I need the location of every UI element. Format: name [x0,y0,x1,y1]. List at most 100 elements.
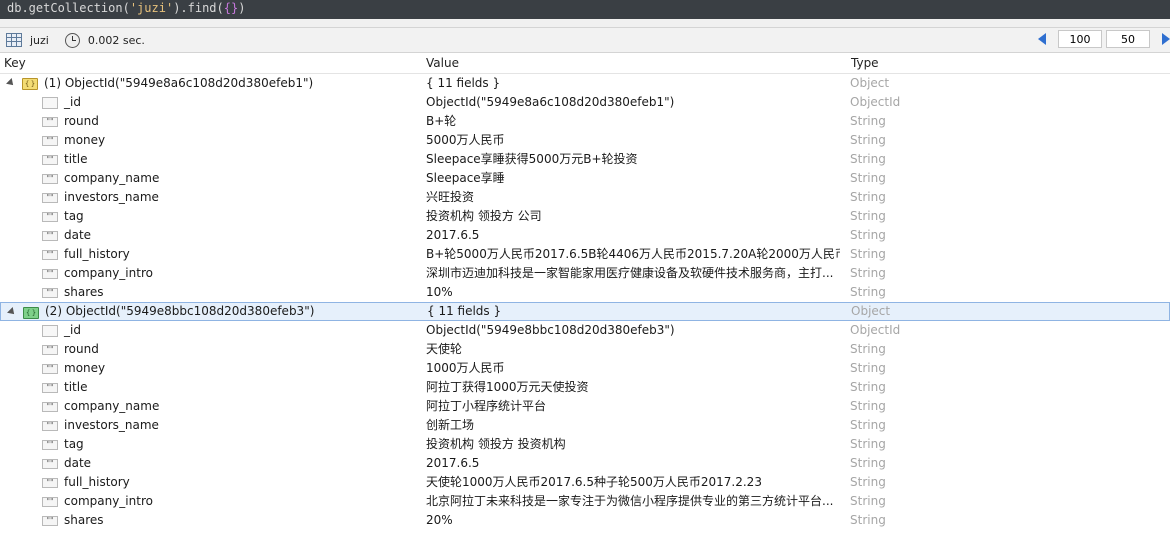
prev-page-arrow-icon[interactable] [1038,33,1046,45]
string-icon: "" [42,478,58,488]
string-icon: "" [42,250,58,260]
field-type: String [850,190,886,204]
document-row-selected[interactable]: { } (2) ObjectId("5949e8bbc108d20d380efe… [0,302,1170,321]
objectid-icon [42,97,58,109]
elapsed-time: 0.002 sec. [87,33,145,47]
objectid-icon [42,325,58,337]
string-icon: "" [42,155,58,165]
field-key: full_history [64,475,130,489]
document-type: Object [850,76,890,90]
field-value: 2017.6.5 [426,228,480,242]
string-icon: "" [42,402,58,412]
field-key: round [64,114,99,128]
field-row[interactable]: "" company_name Sleepace享睡 String [0,169,1170,188]
field-type: String [850,209,886,223]
field-key: money [64,361,106,375]
field-row[interactable]: "" shares 20% String [0,511,1170,530]
field-value: B+轮5000万人民币2017.6.5B轮4406万人民币2015.7.20A轮… [426,247,840,261]
field-row[interactable]: "" company_intro 深圳市迈迪加科技是一家智能家用医疗健康设备及软硬件… [0,264,1170,283]
query-filter-braces: {} [223,1,239,15]
document-value: { 11 fields } [426,76,501,90]
field-row[interactable]: "" company_intro 北京阿拉丁未来科技是一家专注于为微信小程序提供专业… [0,492,1170,511]
field-row[interactable]: "" date 2017.6.5 String [0,454,1170,473]
field-key: money [64,133,106,147]
field-key: title [64,380,88,394]
document-value: { 11 fields } [427,304,502,318]
field-key: shares [64,285,104,299]
document-key: (1) ObjectId("5949e8a6c108d20d380efeb1") [44,76,314,90]
field-type: String [850,399,886,413]
page-size-input[interactable] [1106,30,1150,48]
field-row[interactable]: "" company_name 阿拉丁小程序统计平台 String [0,397,1170,416]
field-row[interactable]: "" shares 10% String [0,283,1170,302]
field-key: date [64,456,92,470]
field-value: 创新工场 [426,418,475,432]
string-icon: "" [42,136,58,146]
field-type: String [850,266,886,280]
collection-name: juzi [30,33,49,47]
field-value: ObjectId("5949e8a6c108d20d380efeb1") [426,95,675,109]
field-value: 2017.6.5 [426,456,480,470]
field-value: 投资机构 领投方 投资机构 [426,437,566,451]
string-icon: "" [42,383,58,393]
string-icon: "" [42,269,58,279]
field-key: title [64,152,88,166]
expand-toggle-icon[interactable] [7,307,17,317]
field-row[interactable]: "" round 天使轮 String [0,340,1170,359]
document-key: (2) ObjectId("5949e8bbc108d20d380efeb3") [45,304,315,318]
field-type: String [850,456,886,470]
query-collection-string: 'juzi' [129,1,174,15]
field-row[interactable]: "" date 2017.6.5 String [0,226,1170,245]
field-value: 10% [426,285,453,299]
field-value: Sleepace享睡 [426,171,505,185]
string-icon: "" [42,421,58,431]
column-header-type[interactable]: Type [851,56,879,70]
field-row[interactable]: "" money 1000万人民币 String [0,359,1170,378]
field-key: company_name [64,171,160,185]
field-row[interactable]: "" tag 投资机构 领投方 投资机构 String [0,435,1170,454]
field-key: investors_name [64,190,159,204]
field-row[interactable]: "" investors_name 兴旺投资 String [0,188,1170,207]
column-header-value[interactable]: Value [426,56,459,70]
query-mid: ).find( [173,1,224,15]
field-row[interactable]: "" money 5000万人民币 String [0,131,1170,150]
limit-input[interactable] [1058,30,1102,48]
expand-toggle-icon[interactable] [6,78,16,88]
field-value: 阿拉丁小程序统计平台 [426,399,547,413]
field-key: _id [64,95,81,109]
field-row[interactable]: _id ObjectId("5949e8bbc108d20d380efeb3") O… [0,321,1170,340]
field-type: String [850,361,886,375]
field-type: String [850,475,886,489]
field-key: shares [64,513,104,527]
field-type: String [850,380,886,394]
next-page-arrow-icon[interactable] [1162,33,1170,45]
field-key: investors_name [64,418,159,432]
document-row[interactable]: { } (1) ObjectId("5949e8a6c108d20d380efe… [0,74,1170,93]
field-type: String [850,513,886,527]
field-row[interactable]: "" title 阿拉丁获得1000万元天使投资 String [0,378,1170,397]
field-row[interactable]: "" tag 投资机构 领投方 公司 String [0,207,1170,226]
field-key: company_intro [64,494,153,508]
field-row[interactable]: "" round B+轮 String [0,112,1170,131]
field-value: 阿拉丁获得1000万元天使投资 [426,380,589,394]
field-key: _id [64,323,81,337]
field-row[interactable]: _id ObjectId("5949e8a6c108d20d380efeb1") O… [0,93,1170,112]
field-value: 天使轮 [426,342,463,356]
query-editor[interactable]: db.getCollection('juzi').find({}) [0,0,1170,19]
string-icon: "" [42,174,58,184]
column-header-key[interactable]: Key [4,56,26,70]
field-row[interactable]: "" full_history B+轮5000万人民币2017.6.5B轮4406万… [0,245,1170,264]
document-type: Object [851,304,891,318]
string-icon: "" [42,345,58,355]
results-header: Key Value Type [0,53,1170,74]
pager [1038,30,1170,48]
clock-icon [64,32,80,48]
field-row[interactable]: "" title Sleepace享睡获得5000万元B+轮投资 String [0,150,1170,169]
field-type: ObjectId [850,323,901,337]
field-row[interactable]: "" investors_name 创新工场 String [0,416,1170,435]
field-value: 北京阿拉丁未来科技是一家专注于为微信小程序提供专业的第三方统计平台... [426,494,834,508]
field-row[interactable]: "" full_history 天使轮1000万人民币2017.6.5种子轮500万… [0,473,1170,492]
string-icon: "" [42,117,58,127]
string-icon: "" [42,516,58,526]
string-icon: "" [42,231,58,241]
